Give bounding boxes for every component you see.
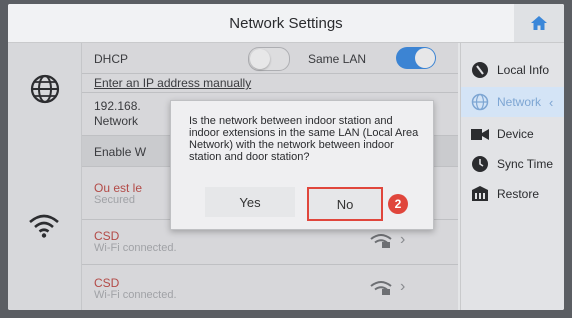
sidebar-item-label: Restore — [497, 187, 540, 201]
yes-button[interactable]: Yes — [205, 187, 295, 217]
chevron-left-icon: ‹ — [549, 94, 554, 110]
title-bar: Network Settings — [8, 4, 564, 43]
no-button[interactable]: No — [307, 187, 383, 221]
globe-icon — [30, 74, 60, 104]
clock-icon — [472, 156, 488, 172]
dialog-message: Is the network between indoor station an… — [189, 115, 419, 163]
sidebar-item-network[interactable]: Network ‹ — [461, 87, 564, 117]
step-badge: 2 — [388, 194, 408, 214]
sidebar-item-device[interactable]: Device — [461, 119, 564, 149]
restore-icon — [472, 186, 488, 201]
sidebar-item-label: Network — [497, 95, 542, 109]
globe-icon — [471, 93, 489, 111]
home-button[interactable] — [514, 4, 564, 42]
home-icon — [531, 16, 547, 30]
sidebar-item-label: Local Info — [497, 63, 550, 77]
left-icon-column — [8, 43, 82, 310]
sidebar-item-sync-time[interactable]: Sync Time — [461, 149, 564, 179]
sidebar-item-label: Device — [497, 127, 534, 141]
page-title: Network Settings — [229, 15, 343, 32]
sidebar-item-label: Sync Time — [497, 157, 554, 171]
settings-sidebar: Local Info Network ‹ Device Sync Time Re… — [460, 43, 564, 310]
device-screen: Network Settings DHCP Same LAN Enter an … — [8, 4, 564, 310]
local-info-icon — [472, 62, 488, 78]
device-icon — [471, 129, 489, 140]
sidebar-item-restore[interactable]: Restore — [461, 179, 564, 209]
sidebar-item-local-info[interactable]: Local Info — [461, 55, 564, 85]
wifi-icon — [29, 214, 59, 238]
